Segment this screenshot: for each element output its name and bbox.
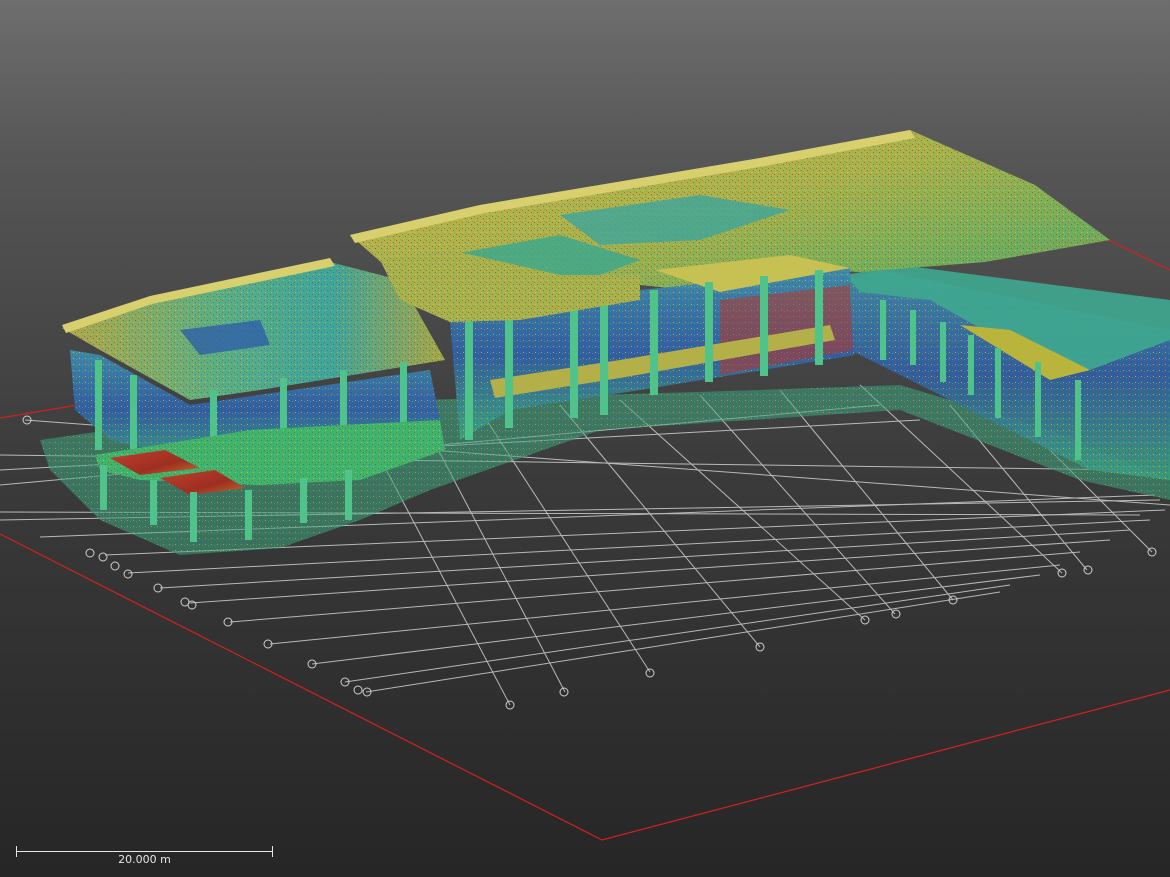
3d-viewport[interactable]: 20.000 m <box>0 0 1170 877</box>
scale-bar-line <box>16 851 273 852</box>
building-point-cloud[interactable] <box>40 130 1170 555</box>
scale-bar: 20.000 m <box>16 843 274 867</box>
point-cloud-scene[interactable] <box>0 0 1170 877</box>
scale-bar-label: 20.000 m <box>118 853 171 866</box>
